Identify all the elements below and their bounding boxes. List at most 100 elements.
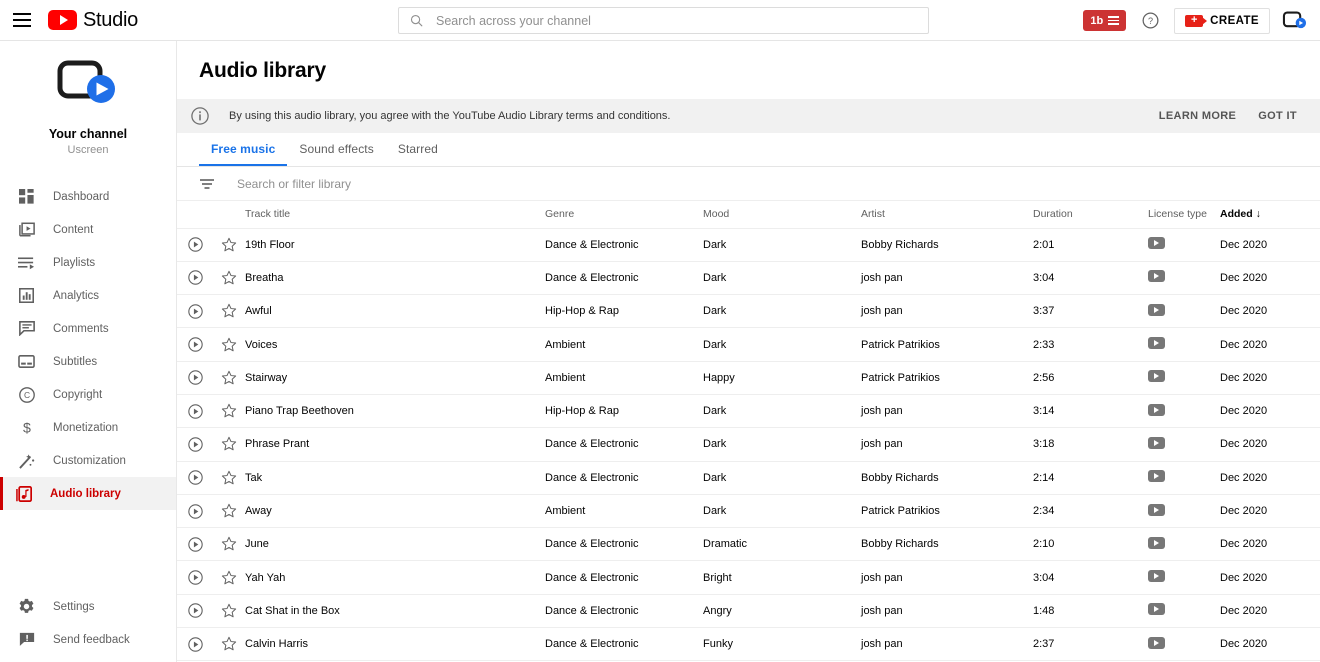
play-circle-icon[interactable] <box>187 403 203 419</box>
filter-icon[interactable] <box>199 176 215 192</box>
row-play-cell[interactable] <box>177 594 213 629</box>
row-play-cell[interactable] <box>177 560 213 595</box>
row-star-cell[interactable] <box>213 461 245 495</box>
row-play-cell[interactable] <box>177 294 213 329</box>
row-star-cell[interactable] <box>213 594 245 629</box>
play-circle-icon[interactable] <box>187 437 203 452</box>
row-star-cell[interactable] <box>213 627 245 662</box>
row-play-cell[interactable] <box>177 627 213 662</box>
row-play-cell[interactable] <box>177 527 213 562</box>
play-circle-icon[interactable] <box>187 304 203 319</box>
sidebar-item-playlists[interactable]: Playlists <box>0 246 176 279</box>
tab-free-music[interactable]: Free music <box>199 133 288 166</box>
row-star-cell[interactable] <box>213 527 245 562</box>
play-circle-icon[interactable] <box>187 603 203 619</box>
star-outline-icon[interactable] <box>221 636 237 652</box>
play-circle-icon[interactable] <box>187 337 203 352</box>
play-circle-icon[interactable] <box>187 270 203 286</box>
got-it-button[interactable]: GOT IT <box>1251 105 1304 127</box>
play-circle-icon[interactable] <box>187 636 203 652</box>
row-play-cell[interactable] <box>177 327 213 362</box>
star-outline-icon[interactable] <box>221 436 237 452</box>
header-license-type[interactable]: License type <box>1148 201 1220 229</box>
table-row[interactable]: Breatha Dance & Electronic Dark josh pan 3:0… <box>177 261 1320 296</box>
star-outline-icon[interactable] <box>221 503 237 519</box>
row-star-cell[interactable] <box>213 361 245 395</box>
play-circle-icon[interactable] <box>187 537 203 552</box>
filter-library-input[interactable]: Search or filter library <box>237 177 351 191</box>
row-play-cell[interactable] <box>177 494 213 529</box>
sidebar-item-customization[interactable]: Customization <box>0 444 176 477</box>
row-star-cell[interactable] <box>213 294 245 329</box>
sidebar-item-subtitles[interactable]: Subtitles <box>0 345 176 378</box>
table-row[interactable]: Away Ambient Dark Patrick Patrikios 2:34 Dec … <box>177 494 1320 529</box>
help-button[interactable]: ? <box>1138 9 1162 33</box>
sidebar-item-analytics[interactable]: Analytics <box>0 279 176 312</box>
star-outline-icon[interactable] <box>221 536 237 552</box>
table-row[interactable]: Calvin Harris Dance & Electronic Funky josh… <box>177 627 1320 662</box>
header-artist[interactable]: Artist <box>861 201 1033 229</box>
star-outline-icon[interactable] <box>221 370 237 386</box>
table-row[interactable]: Piano Trap Beethoven Hip-Hop & Rap Dark jos… <box>177 394 1320 429</box>
play-circle-icon[interactable] <box>187 470 203 485</box>
table-row[interactable]: Yah Yah Dance & Electronic Bright josh pan 3… <box>177 560 1320 595</box>
sidebar-item-comments[interactable]: Comments <box>0 312 176 345</box>
table-row[interactable]: Cat Shat in the Box Dance & Electronic Ang… <box>177 594 1320 629</box>
star-outline-icon[interactable] <box>221 403 237 419</box>
star-outline-icon[interactable] <box>221 270 237 286</box>
play-circle-icon[interactable] <box>187 237 203 252</box>
header-track-title[interactable]: Track title <box>245 201 545 229</box>
create-button[interactable]: + CREATE <box>1174 7 1270 34</box>
row-play-cell[interactable] <box>177 461 213 495</box>
header-duration[interactable]: Duration <box>1033 201 1148 229</box>
play-circle-icon[interactable] <box>187 370 203 386</box>
sidebar-item-send-feedback[interactable]: Send feedback <box>0 623 176 656</box>
sidebar-item-dashboard[interactable]: Dashboard <box>0 180 176 213</box>
channel-header[interactable]: Your channel Uscreen <box>0 41 176 156</box>
row-star-cell[interactable] <box>213 327 245 362</box>
sidebar-item-copyright[interactable]: C Copyright <box>0 378 176 411</box>
row-star-cell[interactable] <box>213 560 245 595</box>
sidebar-item-monetization[interactable]: $ Monetization <box>0 411 176 444</box>
table-row[interactable]: Tak Dance & Electronic Dark Bobby Richards 2… <box>177 461 1320 495</box>
global-search-box[interactable] <box>398 7 929 34</box>
row-play-cell[interactable] <box>177 228 213 262</box>
tab-starred[interactable]: Starred <box>386 133 450 166</box>
table-row[interactable]: Phrase Prant Dance & Electronic Dark josh p… <box>177 427 1320 462</box>
pending-badge-button[interactable]: 1b <box>1083 10 1127 31</box>
channel-avatar-top[interactable] <box>1282 8 1308 34</box>
table-row[interactable]: Voices Ambient Dark Patrick Patrikios 2:33 De… <box>177 327 1320 362</box>
row-star-cell[interactable] <box>213 494 245 529</box>
star-outline-icon[interactable] <box>221 237 237 253</box>
table-row[interactable]: 19th Floor Dance & Electronic Dark Bobby Ri… <box>177 228 1320 262</box>
header-added[interactable]: Added ↓ <box>1220 201 1320 229</box>
sidebar-item-settings[interactable]: Settings <box>0 590 176 623</box>
row-play-cell[interactable] <box>177 394 213 429</box>
youtube-studio-logo[interactable]: Studio <box>48 9 138 32</box>
sidebar-item-content[interactable]: Content <box>0 213 176 246</box>
play-circle-icon[interactable] <box>187 570 203 585</box>
row-play-cell[interactable] <box>177 427 213 462</box>
star-outline-icon[interactable] <box>221 303 237 319</box>
row-star-cell[interactable] <box>213 394 245 429</box>
table-row[interactable]: June Dance & Electronic Dramatic Bobby Rich… <box>177 527 1320 562</box>
header-genre[interactable]: Genre <box>545 201 703 229</box>
row-play-cell[interactable] <box>177 361 213 395</box>
table-row[interactable]: Awful Hip-Hop & Rap Dark josh pan 3:37 Dec 20… <box>177 294 1320 329</box>
row-star-cell[interactable] <box>213 261 245 296</box>
tab-sound-effects[interactable]: Sound effects <box>287 133 385 166</box>
row-star-cell[interactable] <box>213 228 245 262</box>
header-mood[interactable]: Mood <box>703 201 861 229</box>
hamburger-menu-icon[interactable] <box>10 8 34 32</box>
play-circle-icon[interactable] <box>187 503 203 519</box>
row-play-cell[interactable] <box>177 261 213 296</box>
row-star-cell[interactable] <box>213 427 245 462</box>
star-outline-icon[interactable] <box>221 603 237 619</box>
learn-more-button[interactable]: LEARN MORE <box>1152 105 1243 127</box>
sidebar-item-audio-library[interactable]: Audio library <box>0 477 176 510</box>
star-outline-icon[interactable] <box>221 470 237 486</box>
star-outline-icon[interactable] <box>221 337 237 353</box>
table-row[interactable]: Stairway Ambient Happy Patrick Patrikios 2:5… <box>177 361 1320 395</box>
star-outline-icon[interactable] <box>221 570 237 586</box>
global-search-input[interactable] <box>436 13 918 28</box>
